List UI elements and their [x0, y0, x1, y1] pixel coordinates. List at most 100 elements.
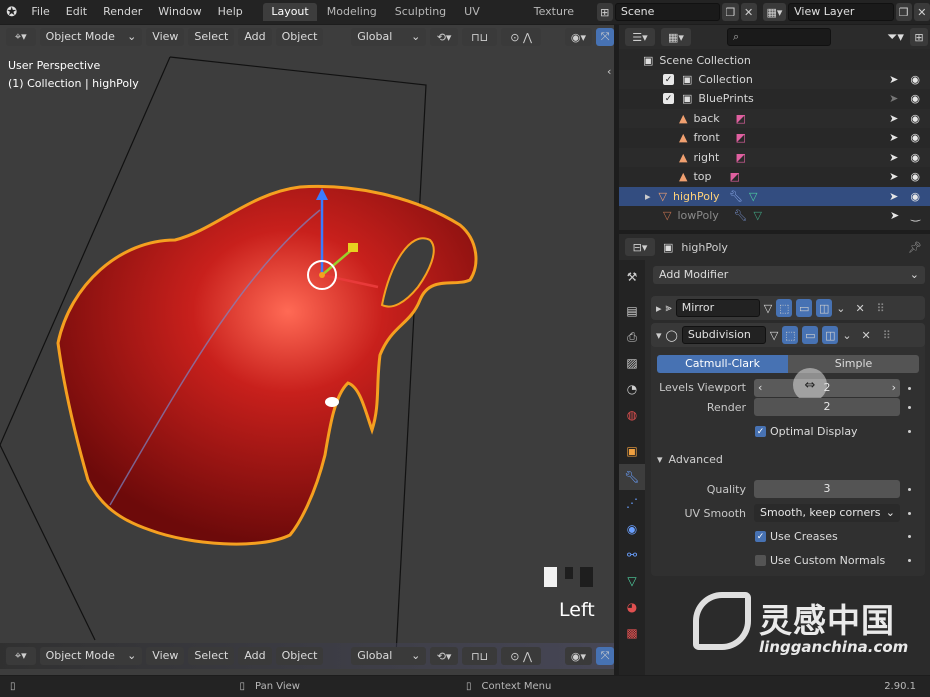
- use-custom-normals-checkbox[interactable]: Use Custom Normals: [755, 554, 885, 567]
- mirror-name-field[interactable]: Mirror: [675, 299, 760, 317]
- outliner-search-input[interactable]: ⌕: [727, 28, 831, 46]
- material-tab-icon[interactable]: ◕: [619, 594, 645, 620]
- editor-type-icon[interactable]: ⌖▾: [6, 647, 36, 665]
- select-arrow-icon[interactable]: ➤: [889, 170, 898, 183]
- outliner-row-top[interactable]: ▲ top ◩ ➤ ◉: [619, 167, 930, 186]
- view-layer-tab-icon[interactable]: ▨: [619, 350, 645, 376]
- eye-icon[interactable]: ◉: [910, 112, 920, 125]
- object-tab-icon[interactable]: ▣: [619, 438, 645, 464]
- subdivision-name-field[interactable]: Subdivision: [681, 326, 766, 344]
- outliner-row-right[interactable]: ▲ right ◩ ➤ ◉: [619, 148, 930, 167]
- expand-arrow-icon[interactable]: ▸: [645, 190, 651, 203]
- drag-handle-icon[interactable]: ⠿: [877, 302, 885, 315]
- checkbox-icon[interactable]: ✓: [755, 426, 766, 437]
- tab-texture-paint[interactable]: Texture Pa: [526, 3, 593, 36]
- eye-icon[interactable]: ◉: [910, 190, 920, 203]
- viewport-toggle-icon[interactable]: ▭: [802, 326, 819, 344]
- texture-tab-icon[interactable]: ▩: [619, 620, 645, 646]
- select-arrow-icon[interactable]: ➤: [889, 92, 898, 105]
- particles-tab-icon[interactable]: ⋰: [619, 490, 645, 516]
- select-arrow-icon[interactable]: ➤: [889, 190, 898, 203]
- eye-icon[interactable]: ◉: [910, 73, 920, 86]
- proportional-edit-icon[interactable]: ⊙ ⋀: [501, 647, 541, 665]
- menu-object-bottom[interactable]: Object: [275, 647, 324, 665]
- gizmo-toggle-icon[interactable]: ⤧: [596, 647, 614, 665]
- data-tab-icon[interactable]: ▽: [619, 568, 645, 594]
- viewport-toggle-icon[interactable]: ▭: [796, 299, 813, 317]
- eye-icon[interactable]: ◉: [910, 92, 920, 105]
- scene-tab-icon[interactable]: ◔: [619, 376, 645, 402]
- advanced-subpanel-header[interactable]: ▾ Advanced: [657, 453, 723, 466]
- close-icon[interactable]: ✕: [855, 302, 864, 315]
- menu-view-bottom[interactable]: View: [146, 647, 185, 665]
- collapse-arrow-icon[interactable]: ▾: [657, 453, 663, 466]
- keyframe-dot[interactable]: [908, 387, 911, 390]
- checkbox-icon[interactable]: ✓: [663, 93, 674, 104]
- scene-field[interactable]: Scene: [614, 3, 721, 21]
- snap-icon[interactable]: ⊓⊔: [461, 28, 498, 46]
- menu-add-bottom[interactable]: Add: [238, 647, 272, 665]
- modifier-tab-icon[interactable]: 🔧︎: [619, 464, 645, 490]
- mesh-icon[interactable]: ▽: [770, 329, 778, 342]
- render-tab-icon[interactable]: ▤: [619, 298, 645, 324]
- eye-icon[interactable]: ◉: [910, 131, 920, 144]
- editor-type-icon[interactable]: ☰▾: [625, 28, 655, 46]
- checkbox-icon[interactable]: ✓: [663, 74, 674, 85]
- display-mode-icon[interactable]: ▦▾: [661, 28, 691, 46]
- tab-layout[interactable]: Layout: [263, 3, 317, 21]
- eye-closed-icon[interactable]: ‿: [911, 209, 920, 222]
- chevron-down-icon[interactable]: ⌄: [842, 329, 851, 342]
- increment-icon[interactable]: ›: [892, 379, 896, 397]
- editmode-toggle-icon[interactable]: ⬚: [782, 326, 799, 344]
- render-toggle-icon[interactable]: ◫: [816, 299, 833, 317]
- menu-add[interactable]: Add: [238, 28, 272, 46]
- keyframe-dot[interactable]: [908, 430, 911, 433]
- pivot-icon[interactable]: ⟲▾: [430, 647, 458, 665]
- uv-smooth-dropdown[interactable]: Smooth, keep corners ⌄: [754, 504, 900, 522]
- menu-edit[interactable]: Edit: [58, 0, 95, 24]
- keyframe-dot[interactable]: [908, 559, 911, 562]
- mesh-icon[interactable]: ▽: [764, 302, 772, 315]
- proportional-edit-icon[interactable]: ⊙ ⋀: [501, 28, 541, 46]
- new-collection-icon[interactable]: ⊞: [909, 28, 928, 46]
- outliner-row-lowpoly[interactable]: ▽ lowPoly 🔧︎ ▽ ➤ ‿: [619, 206, 930, 225]
- outliner-row-front[interactable]: ▲ front ◩ ➤ ◉: [619, 128, 930, 147]
- editor-type-icon[interactable]: ⊟▾: [625, 238, 655, 256]
- render-levels-field[interactable]: 2: [754, 398, 900, 416]
- keyframe-dot[interactable]: [908, 512, 911, 515]
- delete-scene-icon[interactable]: ✕: [740, 3, 757, 21]
- pivot-icon[interactable]: ⟲▾: [430, 28, 458, 46]
- scene-collection-row[interactable]: ▣ Scene Collection: [619, 51, 930, 70]
- gizmo-toggle-icon[interactable]: ⤧: [596, 28, 614, 46]
- delete-view-layer-icon[interactable]: ✕: [913, 3, 930, 21]
- blender-logo-icon[interactable]: ✪: [0, 5, 23, 20]
- decrement-icon[interactable]: ‹: [758, 379, 762, 397]
- checkbox-icon[interactable]: ✓: [755, 531, 766, 542]
- menu-render[interactable]: Render: [95, 0, 150, 24]
- select-arrow-icon[interactable]: ➤: [889, 73, 898, 86]
- transform-orientation-dropdown[interactable]: Global ⌄: [351, 28, 427, 46]
- visibility-icon[interactable]: ◉▾: [564, 647, 593, 665]
- constraints-tab-icon[interactable]: ⚯: [619, 542, 645, 568]
- copy-scene-icon[interactable]: ❐: [722, 3, 739, 21]
- collapse-arrow-icon[interactable]: ▾: [656, 329, 662, 342]
- menu-help[interactable]: Help: [210, 0, 251, 24]
- tool-tab-icon[interactable]: ⚒: [619, 264, 645, 290]
- menu-select[interactable]: Select: [188, 28, 235, 46]
- visibility-icon[interactable]: ◉▾: [564, 28, 593, 46]
- keyframe-dot[interactable]: [908, 488, 911, 491]
- editmode-toggle-icon[interactable]: ⬚: [776, 299, 793, 317]
- menu-window[interactable]: Window: [150, 0, 209, 24]
- scene-icon[interactable]: ⊞: [596, 3, 613, 21]
- transform-orientation-dropdown-bottom[interactable]: Global ⌄: [351, 647, 427, 665]
- keyframe-dot[interactable]: [908, 535, 911, 538]
- pin-icon[interactable]: 📌︎: [908, 241, 922, 254]
- catmull-clark-button[interactable]: Catmull-Clark: [657, 355, 788, 373]
- select-arrow-icon[interactable]: ➤: [889, 151, 898, 164]
- select-arrow-icon[interactable]: ➤: [889, 112, 898, 125]
- copy-view-layer-icon[interactable]: ❐: [895, 3, 912, 21]
- levels-viewport-field[interactable]: ‹ 2 ›: [754, 379, 900, 397]
- editor-type-icon[interactable]: ⌖▾: [6, 28, 36, 46]
- view-layer-icon[interactable]: ▦▾: [762, 3, 787, 21]
- close-icon[interactable]: ✕: [862, 329, 871, 342]
